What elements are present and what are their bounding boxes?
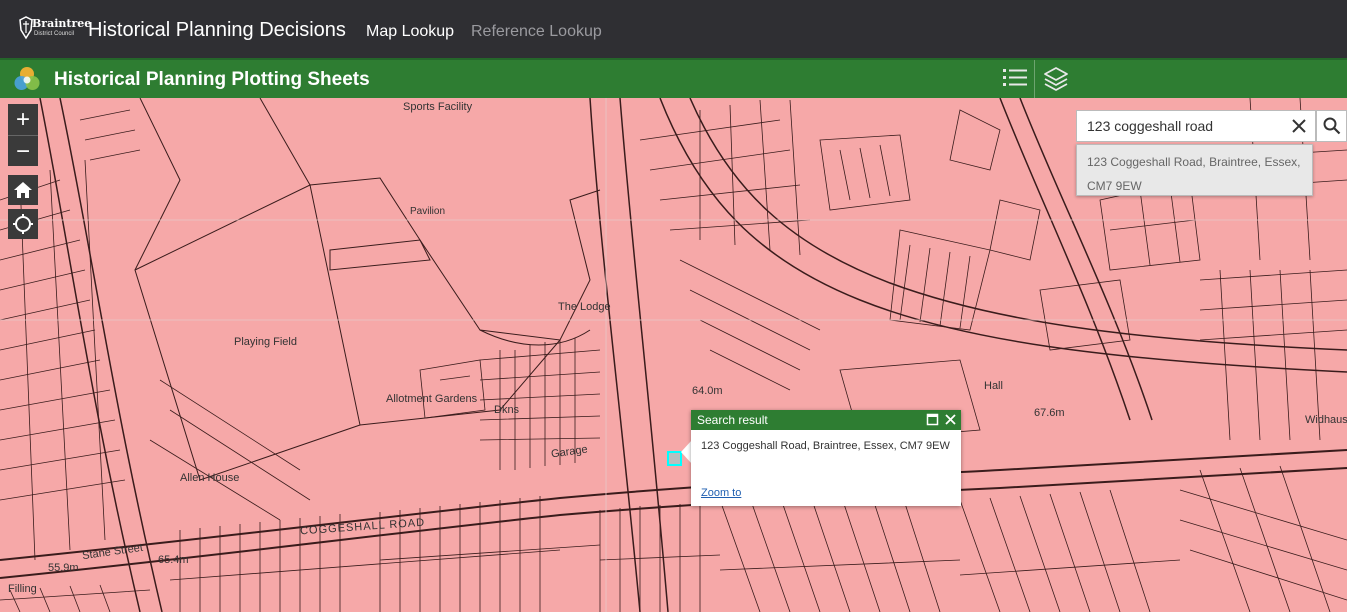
maximize-icon[interactable] — [926, 413, 939, 426]
search-box — [1076, 110, 1316, 142]
map-label-playing-field: Playing Field — [234, 336, 297, 348]
nav-map-lookup[interactable]: Map Lookup — [366, 23, 454, 41]
home-button[interactable] — [8, 175, 38, 205]
search-result-popup: Search result 123 Coggeshall Road, Brain… — [691, 410, 961, 506]
map-label-spot-height-2: 64.0m — [692, 385, 723, 397]
map-label-spot-height-4: 55.9m — [48, 562, 79, 574]
clear-search-icon[interactable] — [1289, 116, 1309, 136]
map-label-widhaus: Widhaus — [1305, 414, 1347, 426]
zoom-in-button[interactable]: + — [8, 104, 38, 136]
legend-button[interactable] — [995, 60, 1035, 98]
home-icon — [14, 182, 32, 198]
close-icon[interactable] — [944, 413, 957, 426]
map-label-sports-facility: Sports Facility — [403, 101, 473, 113]
app-title: Historical Planning Decisions — [88, 19, 346, 41]
zoom-to-link[interactable]: Zoom to — [701, 487, 741, 499]
layers-icon — [1044, 67, 1068, 91]
map-label-spot-height-1: 65.4m — [158, 554, 189, 566]
search-input[interactable] — [1087, 117, 1282, 135]
map-label-pavilion: Pavilion — [410, 206, 446, 217]
map-title: Historical Planning Plotting Sheets — [54, 69, 370, 90]
toolbar-divider — [1034, 60, 1035, 98]
nav-reference-lookup[interactable]: Reference Lookup — [471, 23, 602, 41]
map-title-bar: Historical Planning Plotting Sheets — [0, 58, 1347, 98]
search-button[interactable] — [1316, 110, 1347, 142]
result-marker[interactable] — [667, 451, 682, 466]
popup-header: Search result — [691, 410, 961, 430]
logo-text: Braintree — [32, 17, 92, 30]
map-label-filling: Filling — [8, 583, 37, 595]
logo-subtext: District Council — [34, 31, 75, 37]
search-icon — [1323, 117, 1340, 135]
app-header: Braintree District Council Historical Pl… — [0, 0, 1347, 58]
legend-list-icon — [1003, 69, 1027, 86]
locate-button[interactable] — [8, 209, 38, 239]
app-logo-icon — [14, 67, 40, 90]
layers-button[interactable] — [1036, 60, 1076, 98]
map-label-the-lodge: The Lodge — [558, 301, 611, 313]
council-logo: Braintree District Council — [18, 14, 91, 44]
locate-icon — [13, 214, 33, 234]
zoom-control: + − — [8, 104, 38, 166]
search-suggestion[interactable]: 123 Coggeshall Road, Braintree, Essex, C… — [1076, 144, 1313, 196]
popup-address: 123 Coggeshall Road, Braintree, Essex, C… — [701, 440, 950, 452]
popup-title: Search result — [697, 413, 768, 427]
map-label-allotment-gardens: Allotment Gardens — [386, 393, 478, 405]
map-label-hall: Hall — [984, 380, 1003, 392]
map-label-spot-height-3: 67.6m — [1034, 407, 1065, 419]
map-label-dkns: Dkns — [494, 404, 520, 416]
zoom-out-button[interactable]: − — [8, 136, 38, 167]
map-label-allen-house: Allen House — [180, 472, 240, 484]
